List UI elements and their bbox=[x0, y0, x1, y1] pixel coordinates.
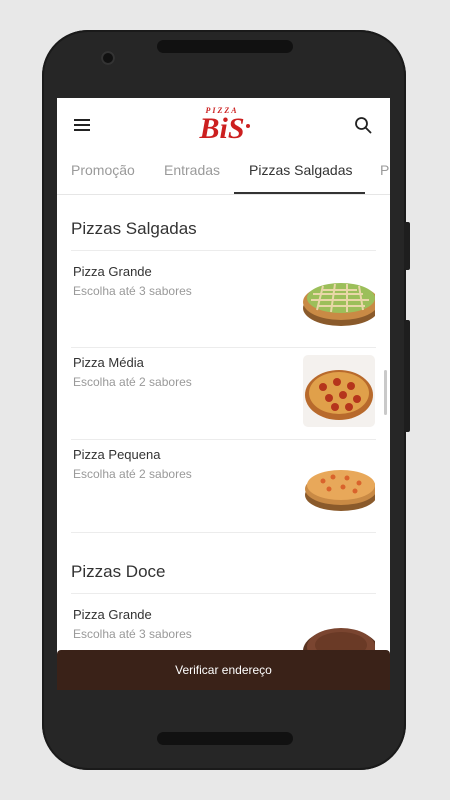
bottom-speaker bbox=[157, 732, 293, 745]
section-title-doce: Pizzas Doce bbox=[71, 562, 166, 581]
app-bar: PIZZA BiS bbox=[57, 98, 390, 154]
section-title-salgadas: Pizzas Salgadas bbox=[71, 219, 197, 238]
divider bbox=[71, 439, 376, 440]
verify-address-button[interactable]: Verificar endereço bbox=[57, 650, 390, 690]
tab-pizzas-salgadas[interactable]: Pizzas Salgadas bbox=[249, 162, 353, 178]
power-button bbox=[404, 320, 410, 432]
item-title: Pizza Grande bbox=[73, 607, 152, 622]
app-screen: PIZZA BiS Promoção Entradas Pizzas Salga… bbox=[57, 98, 390, 690]
divider bbox=[71, 347, 376, 348]
item-subtitle: Escolha até 3 sabores bbox=[73, 284, 192, 298]
earpiece-speaker bbox=[157, 40, 293, 53]
item-title: Pizza Média bbox=[73, 355, 144, 370]
pizza-media-image bbox=[303, 355, 375, 427]
pizza-pequena-image bbox=[303, 447, 375, 519]
item-subtitle: Escolha até 2 sabores bbox=[73, 375, 192, 389]
active-tab-indicator bbox=[234, 192, 365, 194]
hamburger-menu-icon[interactable] bbox=[74, 118, 92, 132]
brand-logo: PIZZA BiS bbox=[198, 106, 250, 144]
category-tabs: Promoção Entradas Pizzas Salgadas P bbox=[57, 154, 390, 195]
front-camera bbox=[101, 51, 115, 65]
divider bbox=[71, 250, 376, 251]
tab-entradas[interactable]: Entradas bbox=[164, 162, 220, 178]
logo-text: BiS bbox=[198, 112, 244, 144]
item-title: Pizza Grande bbox=[73, 264, 152, 279]
volume-button bbox=[404, 222, 410, 270]
item-subtitle: Escolha até 2 sabores bbox=[73, 467, 192, 481]
divider bbox=[71, 593, 376, 594]
scrollbar[interactable] bbox=[384, 370, 387, 415]
search-icon[interactable] bbox=[354, 116, 372, 134]
item-subtitle: Escolha até 3 sabores bbox=[73, 627, 192, 641]
item-title: Pizza Pequena bbox=[73, 447, 161, 462]
tab-partial[interactable]: P bbox=[380, 162, 389, 178]
pizza-grande-image bbox=[303, 264, 375, 336]
tab-promocao[interactable]: Promoção bbox=[71, 162, 135, 178]
menu-list: Pizzas Salgadas Pizza Grande Escolha até… bbox=[57, 195, 390, 690]
divider bbox=[71, 532, 376, 533]
